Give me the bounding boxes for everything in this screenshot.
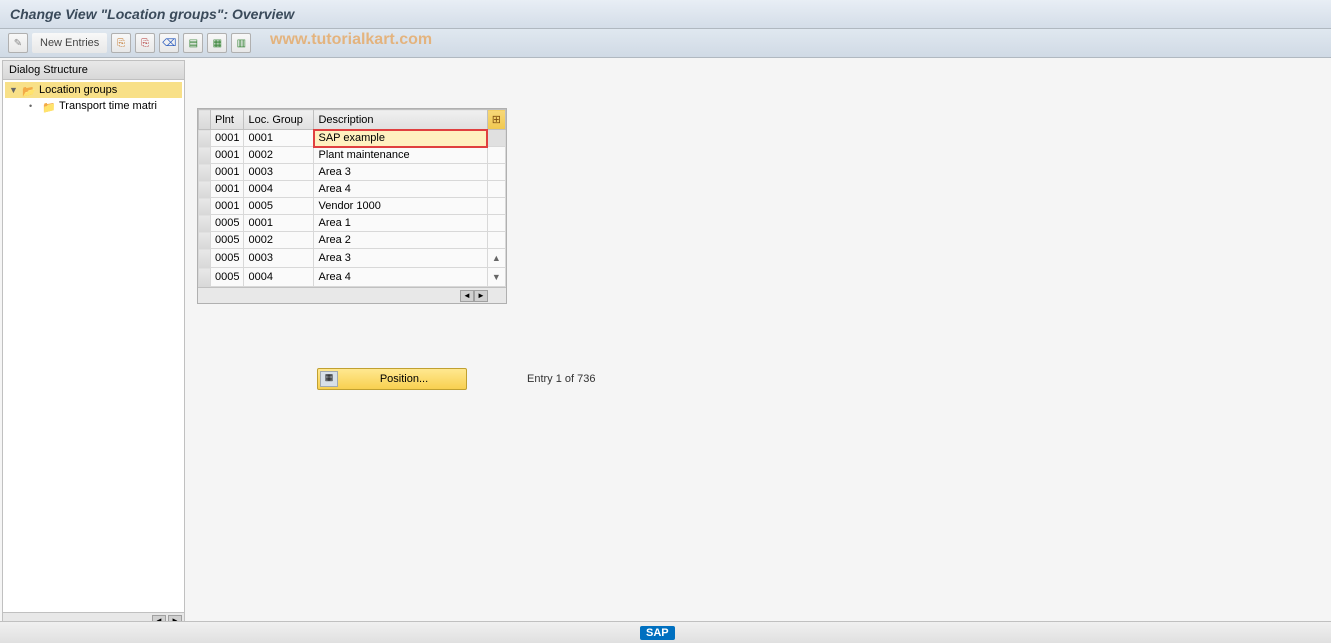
table-row[interactable]: 00050002Area 2	[199, 232, 506, 249]
table-scroll-right-icon[interactable]: ►	[474, 290, 488, 302]
watermark-text: www.tutorialkart.com	[270, 31, 432, 49]
row-selector[interactable]	[199, 215, 211, 232]
status-bar: SAP	[0, 621, 1331, 643]
title-bar: Change View "Location groups": Overview	[0, 0, 1331, 29]
dialog-structure-tree: ▼ Location groups • Transport time matri	[3, 80, 184, 612]
cell-loc-group[interactable]: 0004	[244, 268, 314, 287]
cell-description[interactable]: Area 4	[314, 268, 487, 287]
tree-item-label: Transport time matri	[59, 100, 157, 112]
tree-bullet-icon: •	[29, 101, 39, 111]
deselect-all-button[interactable]	[231, 33, 251, 53]
table-row[interactable]: 00010002Plant maintenance	[199, 147, 506, 164]
cell-plnt[interactable]: 0001	[211, 198, 244, 215]
cell-description[interactable]: Area 3	[314, 249, 487, 268]
column-header-description[interactable]: Description	[314, 110, 487, 130]
cell-loc-group[interactable]: 0002	[244, 232, 314, 249]
scroll-up-icon[interactable]: ▲	[492, 251, 501, 265]
column-header-plnt[interactable]: Plnt	[211, 110, 244, 130]
scroll-down-icon[interactable]: ▼	[492, 270, 501, 284]
cell-plnt[interactable]: 0001	[211, 164, 244, 181]
page-title: Change View "Location groups": Overview	[10, 6, 294, 22]
tree-item-transport-time[interactable]: • Transport time matri	[5, 98, 182, 114]
cell-loc-group[interactable]: 0003	[244, 164, 314, 181]
table-hscroll: ◄ ►	[198, 287, 506, 303]
table-row[interactable]: 00050001Area 1	[199, 215, 506, 232]
select-all-button[interactable]	[183, 33, 203, 53]
vscroll-cell: ▲	[487, 249, 505, 268]
cell-plnt[interactable]: 0001	[211, 130, 244, 147]
select-all-header[interactable]	[199, 110, 211, 130]
cell-description[interactable]: Area 1	[314, 215, 487, 232]
sap-logo: SAP	[640, 626, 675, 640]
cell-description[interactable]: Area 3	[314, 164, 487, 181]
entry-status-label: Entry 1 of 736	[527, 373, 596, 385]
cell-plnt[interactable]: 0005	[211, 215, 244, 232]
cell-loc-group[interactable]: 0004	[244, 181, 314, 198]
main-area: Dialog Structure ▼ Location groups • Tra…	[0, 58, 1331, 631]
position-icon: ▦	[320, 371, 338, 387]
cell-loc-group[interactable]: 0005	[244, 198, 314, 215]
position-area: ▦ Position... Entry 1 of 736	[317, 368, 596, 390]
cell-loc-group[interactable]: 0001	[244, 215, 314, 232]
new-entries-button[interactable]: New Entries	[32, 33, 107, 53]
cell-plnt[interactable]: 0005	[211, 232, 244, 249]
table-row[interactable]: 00010001SAP example	[199, 130, 506, 147]
cell-plnt[interactable]: 0001	[211, 181, 244, 198]
table-row[interactable]: 00050003Area 3 ▲	[199, 249, 506, 268]
table-row[interactable]: 00010005Vendor 1000	[199, 198, 506, 215]
cell-loc-group[interactable]: 0001	[244, 130, 314, 147]
vscroll-cell: ▼	[487, 268, 505, 287]
cell-plnt[interactable]: 0005	[211, 268, 244, 287]
copy-as-button[interactable]	[135, 33, 155, 53]
table-config-icon[interactable]	[487, 110, 505, 130]
cell-description[interactable]: Area 4	[314, 181, 487, 198]
row-selector[interactable]	[199, 130, 211, 147]
select-block-button[interactable]	[207, 33, 227, 53]
cell-loc-group[interactable]: 0003	[244, 249, 314, 268]
column-header-loc-group[interactable]: Loc. Group	[244, 110, 314, 130]
tree-item-location-groups[interactable]: ▼ Location groups	[5, 82, 182, 98]
table-row[interactable]: 00050004Area 4 ▼	[199, 268, 506, 287]
copy-button[interactable]	[111, 33, 131, 53]
row-selector[interactable]	[199, 147, 211, 164]
change-button[interactable]	[8, 33, 28, 53]
cell-description[interactable]: Area 2	[314, 232, 487, 249]
row-selector[interactable]	[199, 164, 211, 181]
row-selector[interactable]	[199, 181, 211, 198]
dialog-structure-header: Dialog Structure	[3, 61, 184, 80]
table-header-row: Plnt Loc. Group Description	[199, 110, 506, 130]
row-selector[interactable]	[199, 268, 211, 287]
tree-toggle-icon[interactable]: ▼	[9, 85, 19, 95]
tree-item-label: Location groups	[39, 84, 117, 96]
table-row[interactable]: 00010004Area 4	[199, 181, 506, 198]
location-groups-table: Plnt Loc. Group Description 00010001SAP …	[197, 108, 507, 304]
delete-button[interactable]	[159, 33, 179, 53]
table-row[interactable]: 00010003Area 3	[199, 164, 506, 181]
toolbar: New Entries www.tutorialkart.com	[0, 29, 1331, 58]
cell-plnt[interactable]: 0005	[211, 249, 244, 268]
cell-loc-group[interactable]: 0002	[244, 147, 314, 164]
content-area: Plnt Loc. Group Description 00010001SAP …	[187, 58, 1331, 631]
vscroll-cell	[487, 198, 505, 215]
row-selector[interactable]	[199, 232, 211, 249]
vscroll-cell	[487, 147, 505, 164]
vscroll-cell	[487, 181, 505, 198]
table-scroll-left-icon[interactable]: ◄	[460, 290, 474, 302]
row-selector[interactable]	[199, 198, 211, 215]
dialog-structure-panel: Dialog Structure ▼ Location groups • Tra…	[2, 60, 185, 629]
vscroll-cell	[487, 130, 505, 147]
cell-plnt[interactable]: 0001	[211, 147, 244, 164]
vscroll-cell	[487, 232, 505, 249]
cell-description[interactable]: SAP example	[314, 130, 487, 147]
position-button[interactable]: ▦ Position...	[317, 368, 467, 390]
row-selector[interactable]	[199, 249, 211, 268]
folder-closed-icon	[42, 101, 56, 112]
cell-description[interactable]: Vendor 1000	[314, 198, 487, 215]
vscroll-cell	[487, 215, 505, 232]
vscroll-cell	[487, 164, 505, 181]
position-button-label: Position...	[342, 373, 466, 385]
cell-description[interactable]: Plant maintenance	[314, 147, 487, 164]
folder-open-icon	[22, 85, 36, 96]
